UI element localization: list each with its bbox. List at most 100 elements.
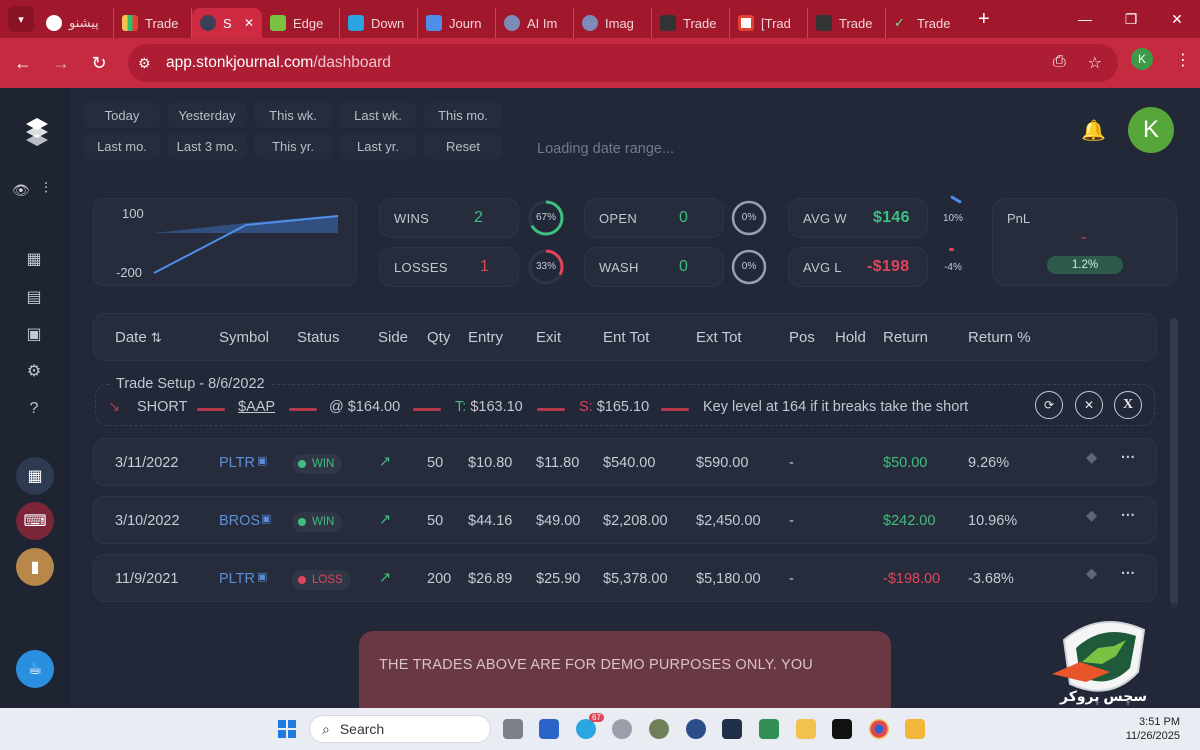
convert-setup-icon[interactable]: ⟳ [1035,391,1063,419]
tab-4[interactable]: Down [340,8,418,38]
close-tab-icon[interactable]: ✕ [244,16,254,30]
copy-icon[interactable]: ▣ [257,454,267,467]
tag-icon[interactable]: ◆ [1086,508,1097,524]
setup-symbol-link[interactable]: $AAP [238,399,275,415]
app-icon[interactable] [612,719,632,739]
tab-1[interactable]: Trade [114,8,192,38]
more-options-icon[interactable]: ··· [1121,508,1136,524]
help-icon[interactable]: ? [25,400,43,418]
tool-icon[interactable] [759,719,779,739]
word-icon[interactable] [539,719,559,739]
sort-icon[interactable]: ⇅ [151,330,162,345]
grid-icon[interactable]: ▦ [25,250,43,268]
widgets-icon[interactable]: ▦ [16,457,54,495]
th-side[interactable]: Side [378,329,408,346]
th-entry[interactable]: Entry [468,329,503,346]
reports-icon[interactable]: ▤ [25,288,43,306]
paint-icon[interactable] [649,719,669,739]
user-avatar[interactable]: K [1128,107,1174,153]
restore-icon[interactable]: ❐ [1108,0,1154,38]
sticky-notes-icon[interactable] [796,719,816,739]
calendar-icon[interactable]: ▣ [25,325,43,343]
date-this-year-button[interactable]: This yr. [254,133,332,159]
wash-card: WASH 0 [584,247,724,287]
th-pos[interactable]: Pos [789,329,815,346]
copy-icon[interactable]: ▣ [257,570,267,583]
th-ent-tot[interactable]: Ent Tot [603,329,649,346]
row-symbol[interactable]: BROS [219,513,260,529]
tag-icon[interactable]: ◆ [1086,450,1097,466]
row-symbol[interactable]: PLTR [219,571,255,587]
eye-icon[interactable]: 👁 [12,182,30,199]
install-app-icon[interactable]: ⎙ [1053,53,1066,73]
new-tab-button[interactable]: + [978,8,990,31]
tab-0[interactable]: پیشنو [38,8,114,38]
date-reset-button[interactable]: Reset [424,133,502,159]
th-symbol[interactable]: Symbol [219,329,269,346]
copy-icon[interactable]: ▣ [261,512,271,525]
tab-9[interactable]: [Trad [730,8,808,38]
task-view-icon[interactable] [503,719,523,739]
table-scrollbar-thumb[interactable] [1170,318,1178,603]
th-return[interactable]: Return [883,329,928,346]
tag-icon[interactable]: ◆ [1086,566,1097,582]
tab-8[interactable]: Trade [652,8,730,38]
back-icon[interactable]: ← [4,53,42,74]
th-return-pct[interactable]: Return % [968,329,1031,346]
windows-start-icon[interactable] [278,720,296,738]
date-last-3-months-button[interactable]: Last 3 mo. [167,133,247,159]
th-qty[interactable]: Qty [427,329,450,346]
photoshop-icon[interactable] [722,719,742,739]
tab-search-button[interactable]: ▾ [8,6,34,32]
forward-icon[interactable]: → [42,53,80,74]
coffee-icon[interactable]: ☕ [16,650,54,688]
row-ext-tot: $5,180.00 [696,571,761,587]
settings-gear-icon[interactable]: ⚙ [25,362,43,380]
reload-icon[interactable]: ↻ [80,53,118,74]
th-ext-tot[interactable]: Ext Tot [696,329,742,346]
chrome-icon[interactable] [869,719,889,739]
close-window-icon[interactable]: ✕ [1154,0,1200,38]
date-last-month-button[interactable]: Last mo. [84,133,160,159]
share-x-icon[interactable]: X [1114,391,1142,419]
file-explorer-icon[interactable] [905,719,925,739]
taskbar-search-box[interactable]: ⌕ Search [309,715,491,743]
site-info-icon[interactable]: ⚙ [138,55,158,72]
date-last-week-button[interactable]: Last wk. [339,102,417,128]
tab-6[interactable]: AI Im [496,8,574,38]
tab-2-active[interactable]: S ✕ [192,8,262,38]
bookmark-icon[interactable]: ▮ [16,548,54,586]
th-status[interactable]: Status [297,329,340,346]
terminal-icon[interactable]: ⌨ [16,502,54,540]
tab-10[interactable]: Trade [808,8,886,38]
th-hold[interactable]: Hold [835,329,866,346]
date-today-button[interactable]: Today [84,102,160,128]
telegram-icon[interactable] [576,719,596,739]
date-last-year-button[interactable]: Last yr. [339,133,417,159]
url-field[interactable]: ⚙ app.stonkjournal.com/dashboard ⎙ ☆ [128,44,1118,82]
vpn-icon[interactable] [686,719,706,739]
notifications-bell-icon[interactable]: 🔔 [1081,118,1106,143]
tab-3[interactable]: Edge [262,8,340,38]
tradingview-icon[interactable] [832,719,852,739]
tab-11[interactable]: ✓ Trade [886,8,964,38]
browser-menu-icon[interactable]: ⋮ [1175,50,1191,70]
row-symbol[interactable]: PLTR [219,455,255,471]
tab-7[interactable]: Imag [574,8,652,38]
dismiss-setup-icon[interactable]: ✕ [1075,391,1103,419]
stonk-logo[interactable] [20,114,54,148]
bookmark-star-icon[interactable]: ☆ [1088,53,1102,73]
tab-5[interactable]: Journ [418,8,496,38]
date-this-month-button[interactable]: This mo. [424,102,502,128]
row-ent-tot: $2,208.00 [603,513,668,529]
minimize-icon[interactable]: — [1062,0,1108,38]
more-options-icon[interactable]: ··· [1121,566,1136,582]
th-exit[interactable]: Exit [536,329,561,346]
th-date[interactable]: Date ⇅ [115,329,162,346]
system-clock[interactable]: 3:51 PM 11/26/2025 [1126,715,1180,743]
date-this-week-button[interactable]: This wk. [254,102,332,128]
browser-profile-avatar[interactable]: K [1131,48,1153,70]
more-options-icon[interactable]: ··· [1121,450,1136,466]
filters-icon[interactable]: ⫶ [44,180,48,197]
date-yesterday-button[interactable]: Yesterday [167,102,247,128]
